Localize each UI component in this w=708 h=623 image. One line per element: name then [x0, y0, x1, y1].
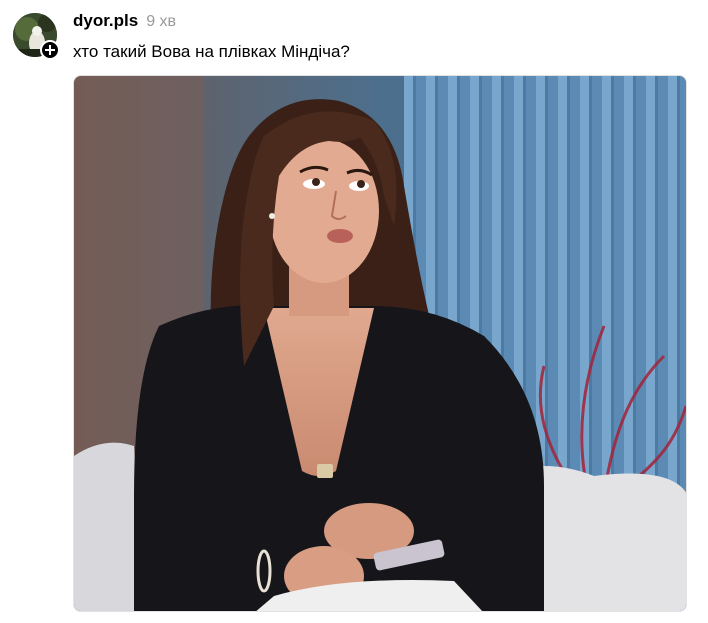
plus-icon: [45, 45, 55, 55]
avatar-container[interactable]: [13, 13, 60, 60]
post-image[interactable]: [73, 75, 687, 612]
post-header: dyor.pls 9 хв: [73, 11, 176, 33]
post-card: dyor.pls 9 хв хто такий Вова на плівках …: [0, 0, 708, 623]
follow-button[interactable]: [40, 40, 60, 60]
post-text: хто такий Вова на плівках Міндіча?: [73, 42, 350, 61]
photo-illustration: [74, 76, 686, 611]
post-timestamp[interactable]: 9 хв: [146, 13, 176, 31]
username-link[interactable]: dyor.pls: [73, 11, 138, 31]
